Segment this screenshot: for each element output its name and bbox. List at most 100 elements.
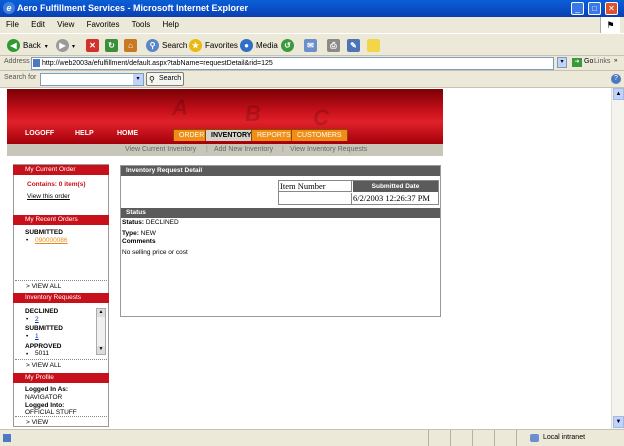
page-status-icon bbox=[3, 434, 11, 442]
view-this-order-link[interactable]: View this order bbox=[27, 193, 70, 200]
type-line: Type: NEW bbox=[122, 230, 156, 237]
favorites-button[interactable]: ★ Favorites bbox=[189, 38, 238, 53]
menu-tools[interactable]: Tools bbox=[132, 20, 151, 29]
type-value: NEW bbox=[140, 230, 156, 237]
recent-order-link[interactable]: 090000086 bbox=[35, 237, 68, 244]
current-order-header: My Current Order bbox=[13, 165, 109, 175]
menu-favorites[interactable]: Favorites bbox=[87, 20, 120, 29]
page-icon bbox=[33, 59, 40, 67]
edit-button[interactable]: ✎ bbox=[347, 38, 363, 53]
go-button[interactable]: ➜ Go bbox=[572, 58, 593, 67]
inventory-requests-header: Inventory Requests bbox=[13, 293, 109, 303]
comments-label: Comments bbox=[122, 238, 156, 245]
item-detail-table: Item Number Submitted Date 6/2/2003 12:2… bbox=[278, 180, 439, 205]
home-link[interactable]: HOME bbox=[117, 130, 138, 137]
request-status-submitted: SUBMITTED bbox=[25, 325, 63, 332]
back-arrow-icon: ◀ bbox=[7, 39, 20, 53]
page-scrollbar[interactable]: ▲ ▼ bbox=[611, 88, 624, 429]
logged-in-as-value: NAVIGATOR bbox=[25, 394, 63, 401]
help-icon[interactable]: ? bbox=[611, 74, 621, 84]
browser-toolbar: ◀ Back ▾ ▶ ▾ ✕ ↻ ⌂ ⚲ Search ★ Favorites ● Medi… bbox=[0, 33, 624, 56]
forward-button[interactable]: ▶ ▾ bbox=[56, 38, 75, 53]
banner-letter: A bbox=[172, 95, 188, 120]
printer-icon: ⎙ bbox=[327, 39, 340, 53]
status-line: Status: DECLINED bbox=[122, 219, 179, 226]
search-input[interactable]: ▾ bbox=[40, 73, 144, 86]
menu-file[interactable]: File bbox=[6, 20, 19, 29]
logoff-link[interactable]: LOGOFF bbox=[25, 130, 54, 137]
mail-button[interactable]: ✉ bbox=[304, 38, 320, 53]
browser-statusbar: Local intranet bbox=[0, 429, 624, 446]
magnifier-icon: ⚲ bbox=[146, 39, 159, 53]
menu-edit[interactable]: Edit bbox=[31, 20, 45, 29]
panel-title: Inventory Request Detail bbox=[121, 166, 440, 176]
help-link[interactable]: HELP bbox=[75, 130, 94, 137]
address-dropdown-button[interactable]: ▾ bbox=[557, 57, 567, 68]
forward-arrow-icon: ▶ bbox=[56, 39, 69, 53]
tab-inventory[interactable]: INVENTORY bbox=[205, 129, 258, 141]
links-button[interactable]: Links bbox=[594, 58, 610, 65]
recent-orders-header: My Recent Orders bbox=[13, 215, 109, 225]
item-number-cell bbox=[279, 193, 352, 204]
banner-letter: B bbox=[245, 101, 261, 126]
approved-request-link[interactable]: 5011 bbox=[35, 350, 49, 357]
scroll-down-button[interactable]: ▼ bbox=[613, 416, 624, 428]
menu-help[interactable]: Help bbox=[163, 20, 179, 29]
print-button[interactable]: ⎙ bbox=[327, 38, 343, 53]
request-status-approved: APPROVED bbox=[25, 343, 62, 350]
logged-in-as-label: Logged In As: bbox=[25, 386, 69, 393]
logged-into-label: Logged Into: bbox=[25, 402, 65, 409]
order-item-count: Contains: 0 item(s) bbox=[27, 181, 86, 188]
type-label: Type: bbox=[122, 230, 139, 237]
search-toolbar-button[interactable]: ⚲ Search bbox=[146, 38, 187, 53]
submitted-date-header: Submitted Date bbox=[353, 181, 438, 192]
chevron-down-icon[interactable]: ▾ bbox=[133, 74, 143, 85]
scroll-up-button[interactable]: ▲ bbox=[97, 309, 105, 317]
submitted-date-value: 6/2/2003 12:26:37 PM bbox=[353, 193, 430, 203]
view-inventory-requests-link[interactable]: View Inventory Requests bbox=[290, 144, 367, 156]
history-icon: ↺ bbox=[281, 39, 294, 53]
mail-icon: ✉ bbox=[304, 39, 317, 53]
note-icon bbox=[367, 39, 380, 53]
add-new-inventory-link[interactable]: Add New Inventory bbox=[214, 144, 273, 156]
profile-view-link[interactable]: > VIEW bbox=[26, 419, 48, 426]
tab-reports[interactable]: REPORTS bbox=[251, 129, 297, 141]
home-button[interactable]: ⌂ bbox=[124, 38, 140, 53]
submitted-request-link[interactable]: 1 bbox=[35, 333, 39, 340]
media-icon: ● bbox=[240, 39, 253, 53]
stop-button[interactable]: ✕ bbox=[86, 38, 102, 53]
recent-orders-view-all-link[interactable]: > VIEW ALL bbox=[26, 283, 61, 290]
go-arrow-icon: ➜ bbox=[572, 58, 582, 67]
status-value: DECLINED bbox=[145, 219, 179, 226]
chevron-down-icon: ▾ bbox=[44, 44, 48, 50]
minimize-button[interactable]: _ bbox=[571, 2, 584, 15]
menu-view[interactable]: View bbox=[57, 20, 74, 29]
comment-text: No selling price or cost bbox=[122, 249, 188, 256]
back-button[interactable]: ◀ Back ▾ bbox=[7, 38, 48, 53]
banner-letter: C bbox=[313, 105, 329, 130]
address-input[interactable]: http://web2003a/efulfillment/default.asp… bbox=[31, 57, 554, 70]
request-status-declined: DECLINED bbox=[25, 308, 59, 315]
refresh-button[interactable]: ↻ bbox=[105, 38, 121, 53]
security-zone: Local intranet bbox=[543, 434, 586, 441]
my-profile-header: My Profile bbox=[13, 373, 109, 383]
menu-bar: File Edit View Favorites Tools Help bbox=[0, 17, 624, 33]
scroll-up-button[interactable]: ▲ bbox=[613, 88, 624, 100]
history-button[interactable]: ↺ bbox=[281, 38, 297, 53]
search-button[interactable]: ⚲ Search bbox=[146, 72, 184, 86]
view-current-inventory-link[interactable]: View Current Inventory bbox=[125, 144, 196, 156]
stop-icon: ✕ bbox=[86, 39, 99, 53]
media-button[interactable]: ● Media bbox=[240, 38, 278, 53]
scroll-down-button[interactable]: ▼ bbox=[97, 346, 105, 354]
windows-flag-icon: ⚑ bbox=[600, 17, 620, 33]
inventory-requests-view-all-link[interactable]: > VIEW ALL bbox=[26, 362, 61, 369]
maximize-button[interactable]: □ bbox=[588, 2, 601, 15]
inventory-requests-scrollbar[interactable]: ▲ ▼ bbox=[96, 308, 106, 355]
search-for-label: Search for bbox=[4, 74, 37, 81]
close-button[interactable]: ✕ bbox=[605, 2, 618, 15]
discuss-button[interactable] bbox=[367, 38, 383, 53]
tab-customers[interactable]: CUSTOMERS bbox=[291, 129, 348, 141]
declined-request-link[interactable]: 2 bbox=[35, 316, 39, 323]
item-number-header: Item Number bbox=[279, 181, 352, 192]
window-title: Aero Fulfillment Services - Microsoft In… bbox=[17, 3, 249, 13]
